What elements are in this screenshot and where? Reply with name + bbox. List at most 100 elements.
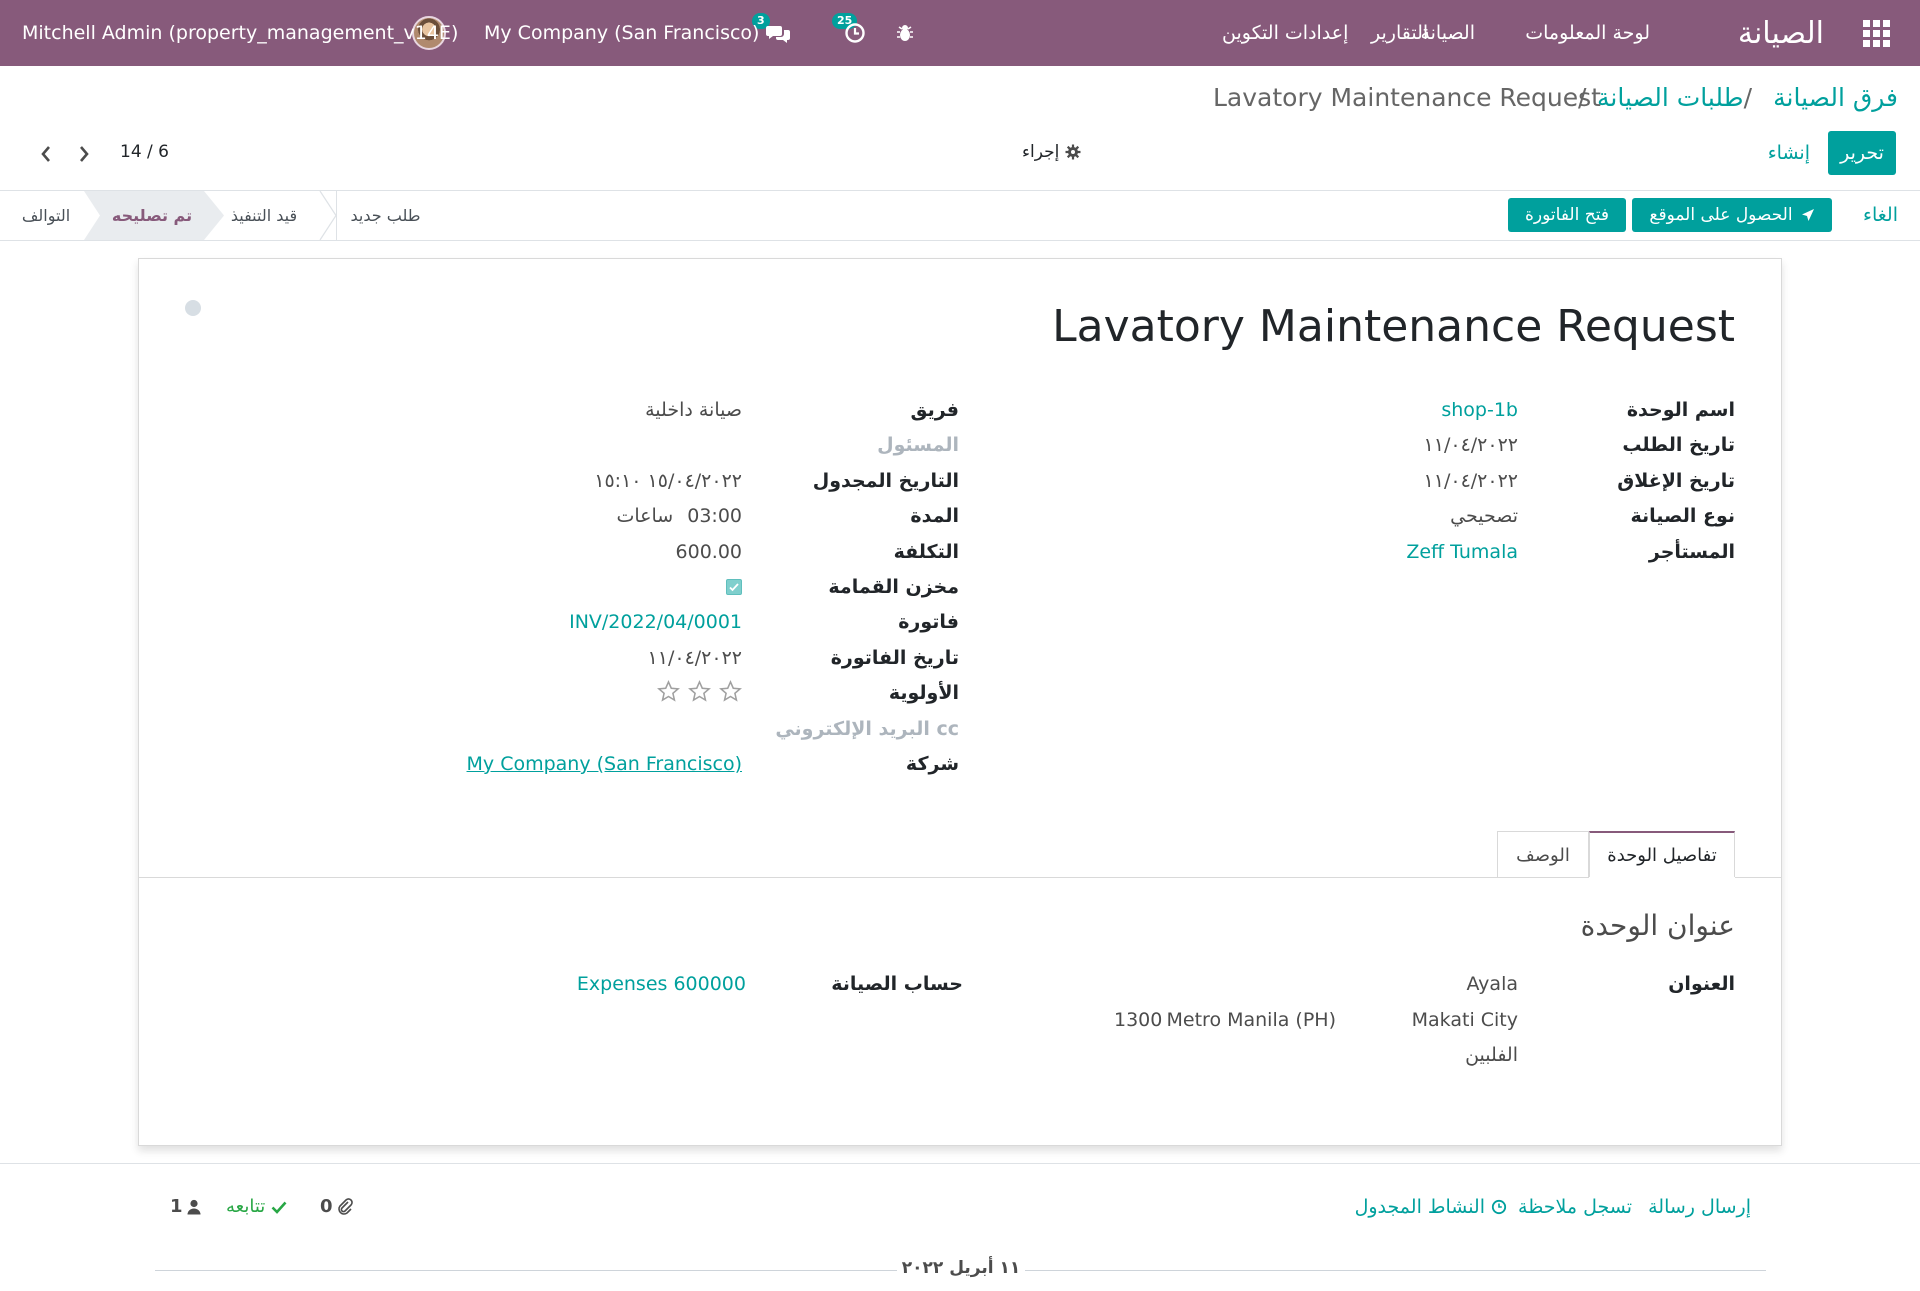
open-invoice-button[interactable]: فتح الفاتورة <box>1508 198 1626 232</box>
stage-repaired[interactable]: تم تصليحه <box>100 191 204 240</box>
messaging-menu[interactable]: 3 <box>752 0 792 66</box>
value-unit-name[interactable]: shop-1b <box>1441 399 1518 421</box>
send-message-button[interactable]: إرسال رسالة <box>1648 1196 1751 1218</box>
value-maintenance-type: تصحيحي <box>1450 505 1518 527</box>
apps-grid-icon <box>1863 19 1890 47</box>
address-country: الفلبين <box>1465 1044 1518 1066</box>
breadcrumb-current: Lavatory Maintenance Request <box>1213 83 1601 112</box>
user-icon <box>187 1199 201 1214</box>
create-button[interactable]: إنشاء <box>1768 142 1810 164</box>
follow-label: تتابعه <box>226 1196 266 1217</box>
tabs-baseline <box>139 877 1781 878</box>
stage-chevron-divider <box>319 191 337 240</box>
label-unit-name: اسم الوحدة <box>1626 399 1735 421</box>
followers-button[interactable]: 1 <box>170 1196 201 1217</box>
request-title[interactable]: Lavatory Maintenance Request <box>1052 301 1735 352</box>
label-email-cc: البريد الإلكتروني cc <box>775 718 959 740</box>
label-team: فريق <box>910 399 959 421</box>
value-request-date: ١١/٠٤/٢٠٢٢ <box>1423 434 1518 456</box>
app-brand[interactable]: الصيانة <box>1738 0 1824 66</box>
stage-scrapped[interactable]: التوالف <box>0 191 92 240</box>
duration-unit: ساعات <box>616 505 674 527</box>
tab-active-gap <box>1589 877 1735 879</box>
attachments-count: 0 <box>320 1196 333 1217</box>
chevron-left-icon <box>41 146 50 162</box>
date-divider-right <box>1025 1270 1766 1271</box>
message-date-separator: ١١ أبريل ٢٠٢٢ <box>897 1258 1025 1278</box>
menu-maintenance[interactable]: الصيانة <box>1420 0 1475 66</box>
apps-menu-button[interactable] <box>1863 0 1890 66</box>
value-company[interactable]: My Company (San Francisco) <box>467 753 742 775</box>
label-maintenance-account: حساب الصيانة <box>831 973 963 995</box>
unit-address-heading: عنوان الوحدة <box>1580 909 1735 942</box>
cancel-button[interactable]: الغاء <box>1863 204 1898 226</box>
location-arrow-icon <box>1801 209 1814 221</box>
value-tenant[interactable]: Zeff Tumala <box>1406 541 1518 563</box>
log-note-button[interactable]: تسجل ملاحظة <box>1518 1196 1632 1218</box>
get-location-button[interactable]: الحصول على الموقع <box>1632 198 1832 232</box>
activities-menu[interactable]: 25 <box>832 0 866 66</box>
edit-button[interactable]: تحرير <box>1828 131 1896 175</box>
priority-stars <box>657 680 742 703</box>
schedule-activity-button[interactable]: النشاط المجدول <box>1355 1196 1507 1218</box>
label-cost: التكلفة <box>893 541 959 563</box>
menu-configuration[interactable]: إعدادات التكوين <box>1222 0 1348 66</box>
label-priority: الأولوية <box>888 682 959 704</box>
label-close-date: تاريخ الإغلاق <box>1617 470 1735 492</box>
address-street: Ayala <box>1466 973 1518 995</box>
pager-next-button[interactable] <box>74 142 94 166</box>
star-icon[interactable] <box>719 680 742 703</box>
pager-value[interactable]: 14 / 6 <box>120 142 169 162</box>
stage-new-request[interactable]: طلب جديد <box>336 191 434 240</box>
value-invoice-date: ١١/٠٤/٢٠٢٢ <box>647 647 742 669</box>
action-label: إجراء <box>1022 142 1060 162</box>
value-team[interactable]: صيانة داخلية <box>645 399 742 421</box>
label-tenant: المستأجر <box>1648 541 1735 563</box>
date-divider-left <box>155 1270 897 1271</box>
pager-previous-button[interactable] <box>36 142 56 166</box>
check-icon <box>271 1201 287 1214</box>
value-cost: 600.00 <box>675 541 742 563</box>
tab-unit-details[interactable]: تفاصيل الوحدة <box>1589 831 1735 878</box>
label-company: شركة <box>905 753 959 775</box>
label-scrap: مخزن القمامة <box>828 576 959 598</box>
value-invoice[interactable]: INV/2022/04/0001 <box>569 611 742 633</box>
star-icon[interactable] <box>688 680 711 703</box>
stage-in-progress[interactable]: قيد التنفيذ <box>212 191 316 240</box>
value-close-date: ١١/٠٤/٢٠٢٢ <box>1423 470 1518 492</box>
followers-count: 1 <box>170 1196 183 1217</box>
user-menu[interactable]: Mitchell Admin (property_management_v14E… <box>22 0 458 66</box>
schedule-activity-label: النشاط المجدول <box>1354 1196 1485 1218</box>
address-zip: 1300 <box>1114 1009 1163 1031</box>
value-maintenance-account[interactable]: Expenses 600000 <box>577 973 746 995</box>
scrap-checkbox[interactable] <box>726 579 742 595</box>
label-request-date: تاريخ الطلب <box>1622 434 1735 456</box>
debug-menu[interactable] <box>896 0 914 66</box>
label-responsible: المسئول <box>877 434 959 456</box>
breadcrumb-maintenance-teams[interactable]: فرق الصيانة <box>1773 83 1898 112</box>
label-invoice-date: تاريخ الفاتورة <box>830 647 959 669</box>
attachments-button[interactable]: 0 <box>320 1196 353 1217</box>
address-city: Makati City <box>1411 1009 1518 1031</box>
clock-icon <box>845 23 865 43</box>
duration-value: 03:00 <box>687 505 742 527</box>
checkbox-checked-icon <box>726 579 742 595</box>
follow-button[interactable]: تتابعه <box>226 1196 287 1217</box>
star-icon[interactable] <box>657 680 680 703</box>
get-location-label: الحصول على الموقع <box>1649 205 1793 225</box>
menu-dashboard[interactable]: لوحة المعلومات <box>1525 0 1650 66</box>
menu-reports[interactable]: التقارير <box>1371 0 1428 66</box>
kanban-state-indicator[interactable] <box>185 300 201 316</box>
label-address: العنوان <box>1668 973 1735 995</box>
label-scheduled-date: التاريخ المجدول <box>812 470 959 492</box>
company-switcher[interactable]: My Company (San Francisco) <box>484 0 759 66</box>
tab-description[interactable]: الوصف <box>1497 831 1589 878</box>
label-invoice: فاتورة <box>898 611 959 633</box>
value-duration: ساعات 03:00 <box>617 505 743 527</box>
breadcrumb-maintenance-requests[interactable]: طلبات الصيانة <box>1597 83 1744 112</box>
clock-icon <box>1491 1199 1507 1215</box>
form-sheet: Lavatory Maintenance Request اسم الوحدة … <box>138 258 1782 1146</box>
action-menu[interactable]: إجراء <box>1022 142 1081 162</box>
breadcrumb-separator: / <box>1743 83 1752 112</box>
chatter-top-border <box>0 1163 1920 1164</box>
